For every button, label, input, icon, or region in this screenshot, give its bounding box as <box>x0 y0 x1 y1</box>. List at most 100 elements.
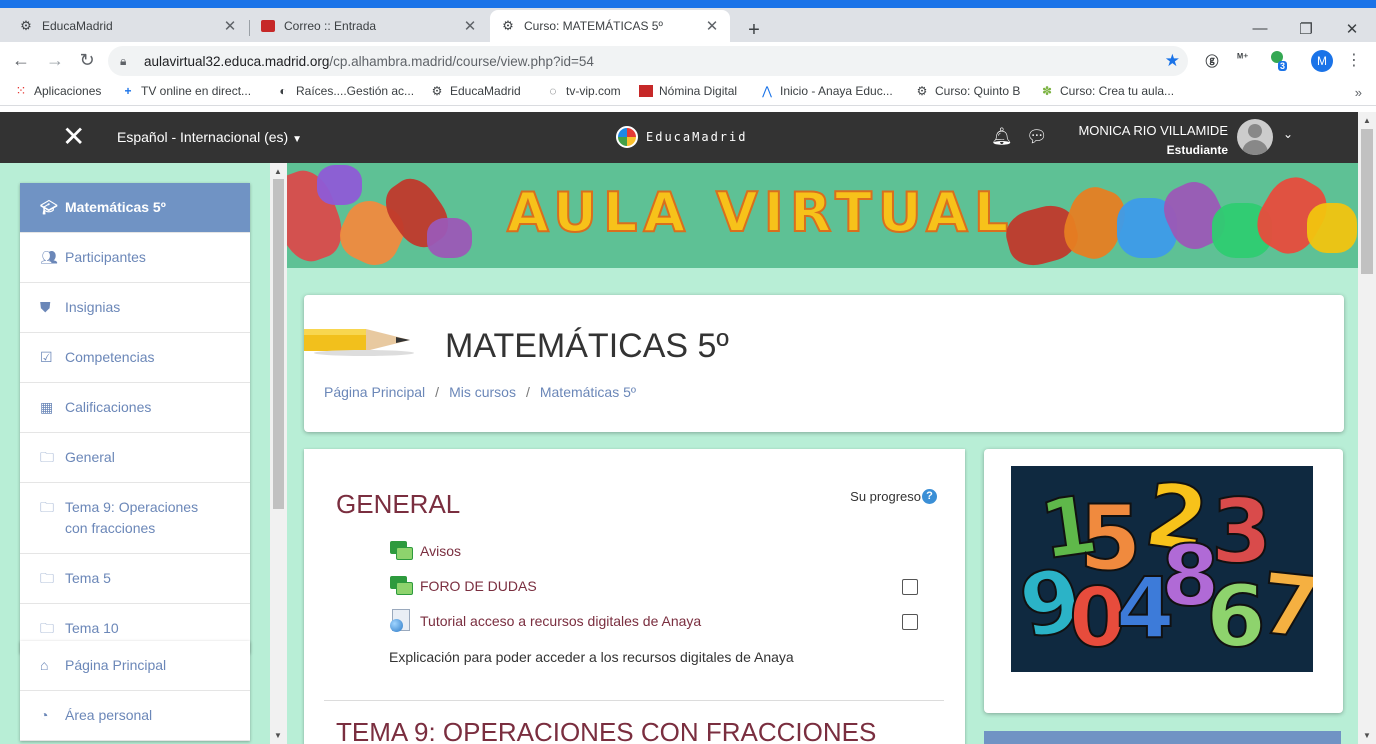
sidebar-item-calificaciones[interactable]: ▦ Calificaciones <box>20 383 250 433</box>
site-navigation: ⌂ Página Principal ◔ Área personal <box>20 641 250 741</box>
sprout-icon: ✽ <box>1041 84 1053 98</box>
side-block: 1 5 2 3 9 0 4 8 6 7 <box>984 449 1343 713</box>
close-icon[interactable]: ✕ <box>222 17 238 35</box>
sidebar-item-course[interactable]: 🎓︎ Matemáticas 5º <box>20 183 250 233</box>
tab-curso-matematicas[interactable]: ⚙ Curso: MATEMÁTICAS 5º ✕ <box>490 10 730 42</box>
course-banner: AULA VIRTUAL <box>287 163 1358 268</box>
user-role: Estudiante <box>1166 143 1228 157</box>
apps-grid-icon: ⁙ <box>15 83 27 98</box>
scroll-down-icon[interactable]: ▼ <box>274 731 282 740</box>
help-icon[interactable]: ? <box>922 489 937 504</box>
sidebar-item-tema-9[interactable]: 🗀 Tema 9: Operaciones con fracciones <box>20 483 250 554</box>
completion-checkbox[interactable] <box>902 614 918 630</box>
tab-educamadrid[interactable]: ⚙ EducaMadrid ✕ <box>8 10 248 42</box>
sidebar-item-general[interactable]: 🗀 General <box>20 433 250 483</box>
scroll-up-icon[interactable]: ▲ <box>274 167 282 176</box>
bookmark-item[interactable]: ✽ Curso: Crea tu aula... <box>1040 84 1174 98</box>
breadcrumb: Página Principal / Mis cursos / Matemáti… <box>324 384 637 400</box>
bookmark-item[interactable]: ⋀ Inicio - Anaya Educ... <box>760 84 893 98</box>
folder-icon: 🗀 <box>40 620 54 636</box>
close-icon[interactable]: ✕ <box>704 17 720 35</box>
url-text: aulavirtual32.educa.madrid.org/cp.alhamb… <box>144 53 594 69</box>
document-icon: ◌ <box>549 84 557 98</box>
folder-icon: 🗀 <box>40 449 54 465</box>
course-navigation: 🎓︎ Matemáticas 5º 👥︎ Participantes ⛊ Ins… <box>20 183 250 653</box>
shield-icon: ⛊ <box>40 299 51 315</box>
breadcrumb-item[interactable]: Página Principal <box>324 384 425 400</box>
bell-icon[interactable]: 🔔︎ <box>991 127 1013 147</box>
side-block-header <box>984 731 1341 744</box>
sidebar-item-tema-5[interactable]: 🗀 Tema 5 <box>20 554 250 604</box>
more-bookmarks-icon[interactable]: » <box>1355 85 1362 100</box>
drawer-scrollbar[interactable]: ▲ ▼ <box>270 163 287 744</box>
scrollbar-thumb[interactable] <box>273 179 284 509</box>
reload-button[interactable]: ↻ <box>75 50 99 71</box>
language-menu[interactable]: Español - Internacional (es) ▼ <box>117 129 302 145</box>
avatar[interactable] <box>1237 119 1273 155</box>
educamadrid-icon: ⚙ <box>502 18 514 33</box>
checkbox-icon: ☑ <box>40 349 53 365</box>
message-icon[interactable]: 💬︎ <box>1026 127 1048 147</box>
completion-checkbox[interactable] <box>902 579 918 595</box>
restore-button[interactable]: ❐ <box>1291 20 1321 38</box>
anaya-icon: ⋀ <box>762 84 772 98</box>
bookmark-item[interactable]: ◐ Raíces....Gestión ac... <box>276 84 414 98</box>
globe-icon: ◐ <box>279 84 287 98</box>
bookmark-item[interactable]: ◌ tv-vip.com <box>546 84 620 98</box>
extension-badge-icon[interactable]: 3 <box>1266 51 1288 71</box>
activity-tutorial-anaya[interactable]: Tutorial acceso a recursos digitales de … <box>390 609 701 633</box>
tab-title: Correo :: Entrada <box>284 19 377 33</box>
back-button[interactable]: ← <box>9 50 33 71</box>
educamadrid-icon: ⚙ <box>916 84 928 98</box>
folder-icon: 🗀 <box>40 570 54 586</box>
new-tab-button[interactable]: + <box>742 19 766 42</box>
folder-icon: 🗀 <box>40 499 54 515</box>
scroll-down-icon[interactable]: ▼ <box>1363 731 1371 740</box>
site-navbar: ✕ Español - Internacional (es) ▼ EducaMa… <box>0 112 1376 163</box>
bookmark-item[interactable]: ⚙ Curso: Quinto B <box>915 84 1021 98</box>
chevron-down-icon[interactable]: ⌄ <box>1283 127 1293 141</box>
pencil-icon <box>304 329 414 356</box>
forward-button[interactable]: → <box>43 50 67 71</box>
minimize-button[interactable]: — <box>1245 20 1275 37</box>
page-scrollbar[interactable]: ▲ ▼ <box>1358 112 1376 744</box>
bookmarks-bar: ⁙ Aplicaciones + TV online en direct... … <box>0 80 1376 106</box>
nomina-icon <box>639 84 653 98</box>
bookmark-item[interactable]: + TV online en direct... <box>121 84 251 98</box>
profile-avatar[interactable]: M <box>1311 50 1333 72</box>
bookmark-item[interactable]: Nómina Digital <box>639 84 737 98</box>
sidebar-item-participantes[interactable]: 👥︎ Participantes <box>20 233 250 283</box>
extension-m-icon[interactable]: ᴹ⁺ <box>1232 51 1254 71</box>
address-bar[interactable]: 🔒︎ aulavirtual32.educa.madrid.org/cp.alh… <box>108 46 1188 76</box>
section-title: TEMA 9: OPERACIONES CON FRACCIONES <box>336 717 877 744</box>
tab-bar: ⚙ EducaMadrid ✕ Correo :: Entrada ✕ ⚙ Cu… <box>0 8 1376 42</box>
bookmark-item[interactable]: ⁙ Aplicaciones <box>14 83 102 98</box>
tab-correo[interactable]: Correo :: Entrada ✕ <box>250 10 488 42</box>
activity-avisos[interactable]: Avisos <box>390 539 461 563</box>
breadcrumb-item[interactable]: Mis cursos <box>449 384 516 400</box>
scroll-up-icon[interactable]: ▲ <box>1363 116 1371 125</box>
site-logo[interactable]: EducaMadrid <box>616 126 747 148</box>
sidebar-item-pagina-principal[interactable]: ⌂ Página Principal <box>20 641 250 691</box>
close-window-button[interactable]: ✕ <box>1337 20 1367 38</box>
plus-icon: + <box>124 84 132 98</box>
bookmark-item[interactable]: ⚙ EducaMadrid <box>430 84 521 98</box>
breadcrumb-item[interactable]: Matemáticas 5º <box>540 384 636 400</box>
sidebar-item-competencias[interactable]: ☑ Competencias <box>20 333 250 383</box>
table-icon: ▦ <box>40 399 54 415</box>
sidebar-item-insignias[interactable]: ⛊ Insignias <box>20 283 250 333</box>
browser-menu-icon[interactable]: ⋮ <box>1346 50 1362 70</box>
close-icon[interactable]: ✕ <box>462 17 478 35</box>
sidebar-item-area-personal[interactable]: ◔ Área personal <box>20 691 250 741</box>
educamadrid-icon: ⚙ <box>20 18 32 33</box>
bookmark-star-icon[interactable]: ★ <box>1165 51 1180 71</box>
user-name[interactable]: MONICA RIO VILLAMIDE <box>1078 123 1228 138</box>
activity-foro-dudas[interactable]: FORO DE DUDAS <box>390 574 537 598</box>
tab-title: EducaMadrid <box>42 19 113 33</box>
close-drawer-icon[interactable]: ✕ <box>62 122 85 152</box>
divider <box>324 700 944 701</box>
scrollbar-thumb[interactable] <box>1361 129 1373 274</box>
extension-g-icon[interactable]: ⓖ <box>1201 51 1223 71</box>
course-header: MATEMÁTICAS 5º Página Principal / Mis cu… <box>304 295 1344 432</box>
banner-title: AULA VIRTUAL <box>506 180 1015 245</box>
